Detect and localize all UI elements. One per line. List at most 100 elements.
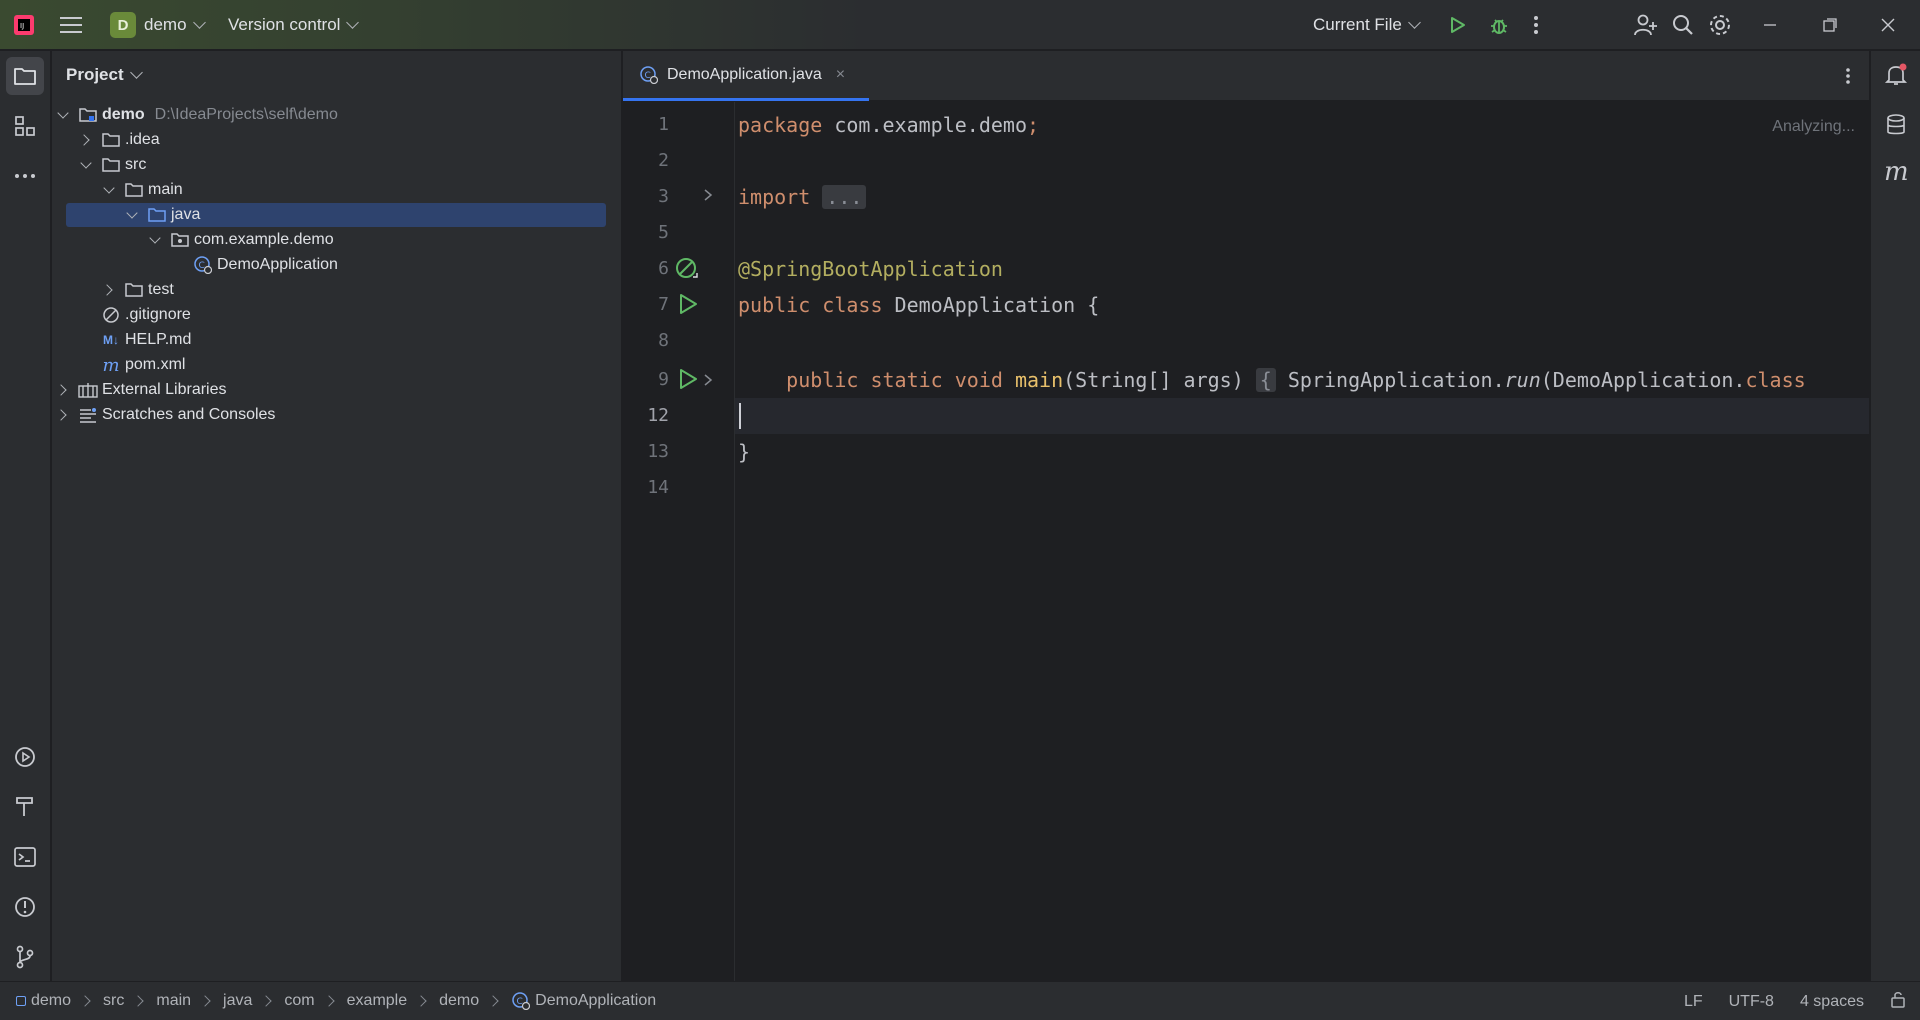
project-switcher[interactable]: D demo bbox=[110, 0, 206, 50]
line-number: 6 bbox=[658, 258, 669, 279]
tab-options-icon[interactable] bbox=[1845, 66, 1851, 91]
project-tool-button[interactable] bbox=[6, 57, 44, 95]
project-badge: D bbox=[110, 12, 136, 38]
expand-arrow-icon[interactable] bbox=[102, 181, 116, 197]
more-tools-icon[interactable] bbox=[6, 157, 44, 195]
breadcrumb-item[interactable]: src bbox=[103, 992, 124, 1010]
line-number: 1 bbox=[658, 114, 669, 135]
search-icon[interactable] bbox=[1672, 0, 1694, 50]
breadcrumb-item[interactable]: DemoApplication bbox=[535, 992, 656, 1010]
tree-item-label: DemoApplication bbox=[217, 256, 338, 273]
code-line-9: public static void main (String[] args) {… bbox=[738, 368, 1806, 392]
tree-item-pom[interactable]: m pom.xml bbox=[101, 353, 641, 377]
code-line-3: import ... bbox=[738, 179, 867, 215]
tree-item-external-libraries[interactable]: External Libraries bbox=[55, 378, 596, 402]
tree-item-label: External Libraries bbox=[102, 381, 227, 398]
folder-icon bbox=[14, 68, 36, 85]
line-number: 14 bbox=[647, 477, 669, 498]
tree-item-test[interactable]: test bbox=[101, 278, 642, 302]
terminal-tool-button[interactable] bbox=[6, 838, 44, 876]
project-name: demo bbox=[144, 15, 187, 34]
maven-file-icon: m bbox=[102, 354, 120, 376]
tree-item-package[interactable]: com.example.demo bbox=[148, 228, 688, 252]
line-separator-widget[interactable]: LF bbox=[1684, 993, 1703, 1011]
git-tool-button[interactable] bbox=[6, 938, 44, 976]
breadcrumb-item[interactable]: example bbox=[347, 992, 407, 1010]
folded-imports[interactable]: ... bbox=[822, 185, 867, 209]
breadcrumb-item[interactable]: demo bbox=[439, 992, 479, 1010]
notifications-icon[interactable] bbox=[1884, 63, 1908, 92]
services-tool-button[interactable] bbox=[6, 738, 44, 776]
chevron-down-icon bbox=[1407, 16, 1421, 29]
collapsed-arrow-icon[interactable] bbox=[101, 283, 116, 297]
close-tab-icon[interactable]: × bbox=[836, 66, 845, 84]
svg-text:C: C bbox=[517, 997, 523, 1007]
project-panel-header[interactable]: Project bbox=[66, 65, 143, 85]
collapsed-arrow-icon[interactable] bbox=[78, 133, 93, 147]
collapsed-arrow-icon[interactable] bbox=[55, 408, 70, 422]
structure-icon bbox=[15, 116, 35, 136]
tree-item-label: Scratches and Consoles bbox=[102, 406, 276, 423]
tree-item-help-md[interactable]: M↓ HELP.md bbox=[101, 328, 641, 352]
tree-item-gitignore[interactable]: .gitignore bbox=[101, 303, 641, 327]
tree-item-label: src bbox=[125, 156, 147, 173]
tree-item-label: pom.xml bbox=[125, 356, 186, 373]
add-user-icon[interactable] bbox=[1634, 0, 1658, 50]
run-button[interactable] bbox=[1447, 0, 1467, 50]
settings-gear-icon[interactable] bbox=[1708, 0, 1732, 50]
library-icon bbox=[78, 381, 98, 399]
module-icon bbox=[16, 996, 26, 1006]
tree-item-main[interactable]: main bbox=[102, 178, 642, 202]
project-panel-title: Project bbox=[66, 65, 124, 84]
lock-icon[interactable] bbox=[1890, 990, 1906, 1013]
expand-arrow-icon[interactable] bbox=[79, 156, 93, 172]
line-number: 5 bbox=[658, 222, 669, 243]
expand-arrow-icon[interactable] bbox=[148, 231, 162, 247]
svg-text:IJ: IJ bbox=[20, 22, 24, 30]
breadcrumb-item[interactable]: com bbox=[284, 992, 314, 1010]
folder-icon bbox=[101, 156, 121, 174]
breadcrumb-item[interactable]: demo bbox=[31, 992, 71, 1010]
run-config-selector[interactable]: Current File bbox=[1313, 0, 1421, 50]
minimize-window-icon[interactable] bbox=[1763, 0, 1777, 50]
fold-arrow-icon[interactable] bbox=[703, 188, 713, 207]
tree-item-idea[interactable]: .idea bbox=[78, 128, 619, 152]
collapsed-arrow-icon[interactable] bbox=[55, 383, 70, 397]
tree-item-scratches[interactable]: Scratches and Consoles bbox=[55, 403, 596, 427]
more-actions-icon[interactable] bbox=[1533, 0, 1539, 50]
problems-tool-button[interactable] bbox=[6, 888, 44, 926]
tree-item-java[interactable]: java bbox=[66, 203, 606, 227]
structure-tool-button[interactable] bbox=[6, 107, 44, 145]
breadcrumb-item[interactable]: java bbox=[223, 992, 252, 1010]
expand-arrow-icon[interactable] bbox=[125, 206, 139, 222]
editor-tab-demoapplication[interactable]: C DemoApplication.java × bbox=[623, 51, 869, 101]
folded-method-body[interactable]: { bbox=[1255, 368, 1276, 392]
maven-icon[interactable]: m bbox=[1884, 159, 1909, 185]
run-main-gutter-icon[interactable] bbox=[677, 368, 699, 395]
debug-button[interactable] bbox=[1488, 0, 1510, 50]
run-gutter-icon[interactable] bbox=[677, 293, 699, 320]
svg-text:C: C bbox=[645, 71, 651, 81]
vcs-menu[interactable]: Version control bbox=[228, 0, 360, 50]
spring-bean-gutter-icon[interactable] bbox=[675, 257, 699, 286]
tree-item-path: D:\IdeaProjects\self\demo bbox=[154, 106, 338, 123]
spring-class-icon: C bbox=[511, 992, 531, 1010]
breadcrumb-item[interactable]: main bbox=[156, 992, 191, 1010]
indent-widget[interactable]: 4 spaces bbox=[1800, 993, 1864, 1011]
tree-item-label: .gitignore bbox=[125, 306, 191, 323]
close-window-icon[interactable] bbox=[1881, 0, 1895, 50]
main-menu-icon[interactable] bbox=[60, 0, 82, 50]
encoding-widget[interactable]: UTF-8 bbox=[1729, 993, 1774, 1011]
build-tool-button[interactable] bbox=[6, 788, 44, 826]
chevron-down-icon bbox=[192, 16, 206, 29]
code-area[interactable]: 1 2 3 5 6 7 8 9 12 13 14 package com.exa… bbox=[623, 102, 1869, 981]
tree-item-src[interactable]: src bbox=[79, 153, 619, 177]
expand-arrow-icon[interactable] bbox=[56, 106, 70, 122]
database-icon[interactable] bbox=[1884, 113, 1908, 142]
tree-item-demo[interactable]: demo D:\IdeaProjects\self\demo bbox=[56, 103, 596, 127]
restore-window-icon[interactable] bbox=[1823, 0, 1837, 50]
fold-arrow-icon[interactable] bbox=[703, 373, 713, 392]
intellij-logo-icon[interactable]: IJ bbox=[12, 0, 36, 50]
editor-tab-bar: C DemoApplication.java × bbox=[623, 51, 1869, 101]
line-number: 7 bbox=[658, 294, 669, 315]
